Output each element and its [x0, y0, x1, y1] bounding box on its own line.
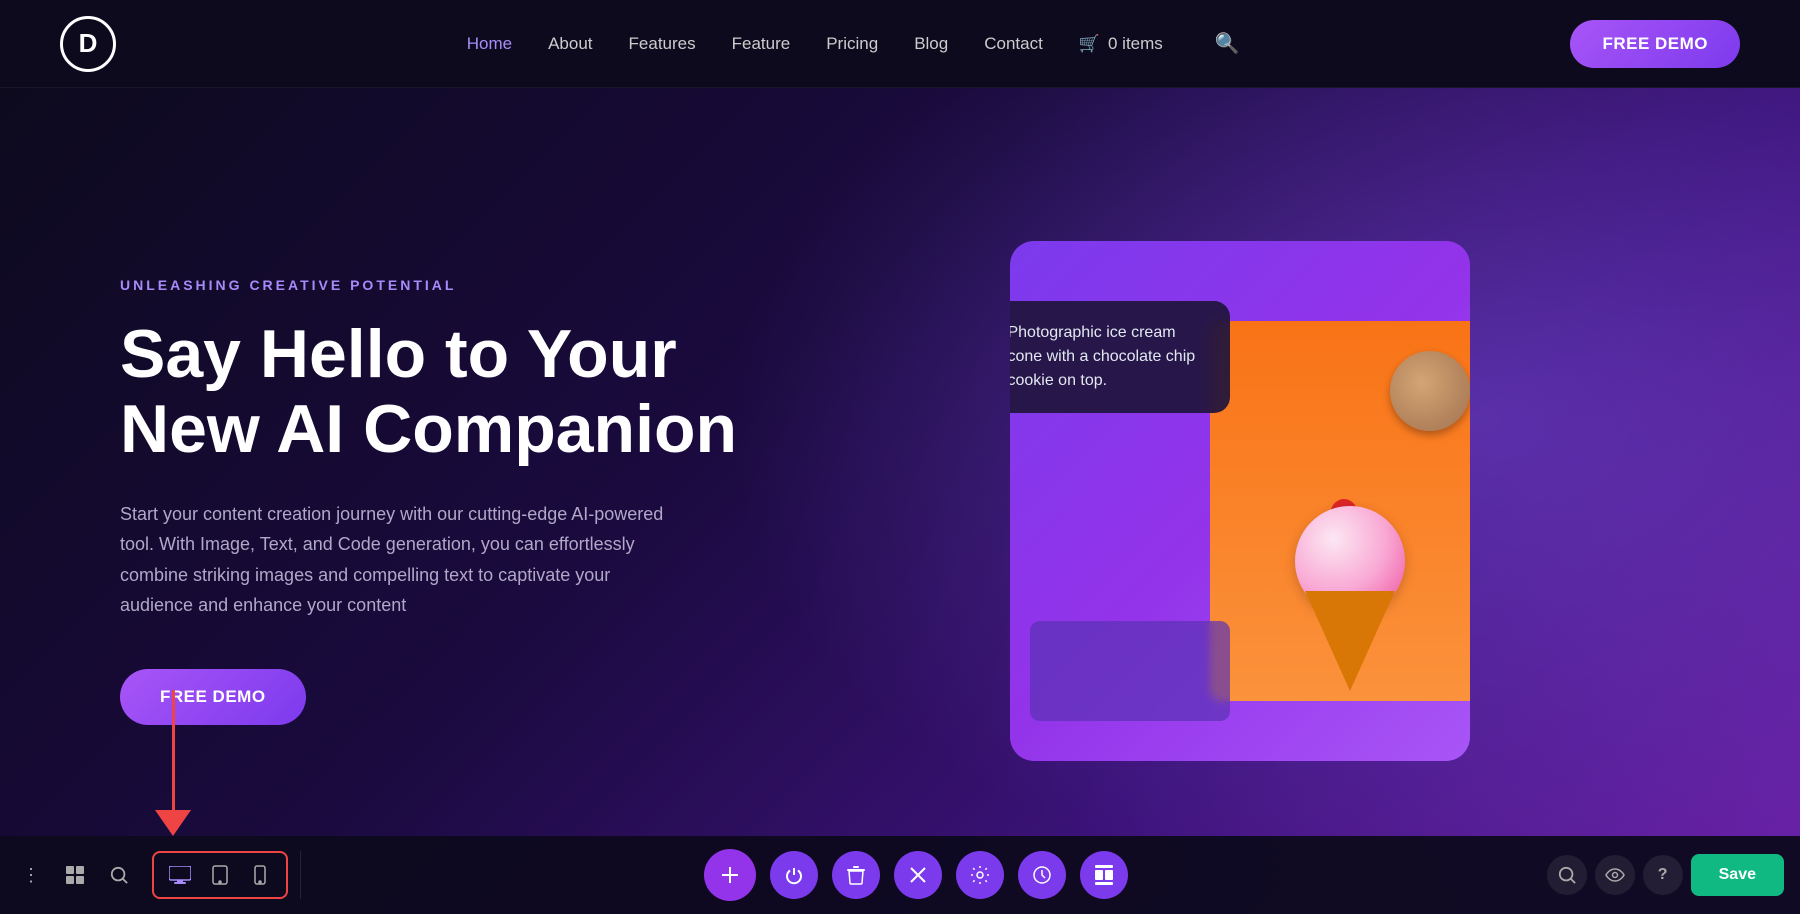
tablet-preview-button[interactable]: [202, 857, 238, 893]
help-button[interactable]: ?: [1643, 855, 1683, 895]
close-button[interactable]: [894, 851, 942, 899]
hero-content: UNLEASHING CREATIVE POTENTIAL Say Hello …: [120, 277, 800, 725]
desktop-preview-button[interactable]: [162, 857, 198, 893]
device-preview-group: [152, 851, 288, 899]
gear-icon: [970, 865, 990, 885]
save-button[interactable]: Save: [1691, 854, 1784, 896]
arrow-line: [172, 690, 175, 810]
ai-tooltip: ✦ Photographic ice cream cone with a cho…: [1010, 301, 1230, 413]
desktop-icon: [169, 866, 191, 884]
toolbar-center: [301, 849, 1531, 901]
hero-eyebrow: UNLEASHING CREATIVE POTENTIAL: [120, 277, 800, 293]
mobile-preview-button[interactable]: [242, 857, 278, 893]
logo-circle: D: [60, 16, 116, 72]
grid-view-button[interactable]: [56, 856, 94, 894]
eye-icon: [1605, 868, 1625, 882]
trash-icon: [847, 865, 865, 885]
grid-icon: [65, 865, 85, 885]
help-icon: ?: [1658, 866, 1668, 884]
delete-button[interactable]: [832, 851, 880, 899]
nav-right: FREE DEMO: [1570, 20, 1740, 68]
cart-icon: 🛒: [1079, 34, 1100, 54]
search-right-button[interactable]: [1547, 855, 1587, 895]
more-options-button[interactable]: ⋮: [12, 856, 50, 894]
hero-cta-button[interactable]: FREE DEMO: [120, 669, 306, 725]
clock-icon: [1032, 865, 1052, 885]
nav-links: Home About Features Feature Pricing Blog…: [176, 31, 1530, 56]
arrow-head: [155, 810, 191, 836]
search-toolbar-icon: [110, 866, 128, 884]
layout-icon: [1095, 865, 1113, 885]
logo[interactable]: D: [60, 16, 116, 72]
mobile-icon: [254, 865, 266, 885]
nav-about[interactable]: About: [548, 34, 592, 54]
navbar: D Home About Features Feature Pricing Bl…: [0, 0, 1800, 88]
nav-feature[interactable]: Feature: [732, 34, 791, 54]
free-demo-button[interactable]: FREE DEMO: [1570, 20, 1740, 68]
close-icon: [910, 867, 926, 883]
arrow-indicator: [155, 690, 191, 836]
search-toolbar-button[interactable]: [100, 856, 138, 894]
nav-contact[interactable]: Contact: [984, 34, 1043, 54]
tablet-icon: [212, 865, 228, 885]
settings-button[interactable]: [956, 851, 1004, 899]
hero-card: ✦ Photographic ice cream cone with a cho…: [1010, 241, 1470, 761]
cart-link[interactable]: 🛒 0 items: [1079, 34, 1163, 54]
nav-home[interactable]: Home: [467, 34, 512, 54]
hero-section: UNLEASHING CREATIVE POTENTIAL Say Hello …: [0, 88, 1800, 914]
search-icon[interactable]: 🔍: [1215, 31, 1240, 56]
cone-shape: [1305, 591, 1395, 691]
preview-button[interactable]: [1595, 855, 1635, 895]
hero-title: Say Hello to Your New AI Companion: [120, 317, 800, 467]
ice-cream-card: [1210, 321, 1470, 701]
power-icon: [784, 865, 804, 885]
bottom-toolbar: ⋮: [0, 836, 1800, 914]
power-button[interactable]: [770, 851, 818, 899]
ai-tooltip-text: Photographic ice cream cone with a choco…: [1010, 321, 1210, 393]
arrow-down: [155, 690, 191, 836]
plus-icon: [720, 865, 740, 885]
card-text-block: [1030, 621, 1230, 721]
cart-count: 0 items: [1108, 34, 1163, 54]
history-button[interactable]: [1018, 851, 1066, 899]
nav-blog[interactable]: Blog: [914, 34, 948, 54]
layout-button[interactable]: [1080, 851, 1128, 899]
hero-description: Start your content creation journey with…: [120, 499, 680, 621]
nav-features[interactable]: Features: [629, 34, 696, 54]
toolbar-right: ? Save: [1531, 854, 1800, 896]
add-button[interactable]: [704, 849, 756, 901]
hero-illustration: ✦ Photographic ice cream cone with a cho…: [800, 241, 1680, 761]
nav-pricing[interactable]: Pricing: [826, 34, 878, 54]
cookie-shape: [1390, 351, 1470, 431]
toolbar-left: ⋮: [0, 851, 301, 899]
search-right-icon: [1558, 866, 1576, 884]
ice-cream-visual: [1210, 321, 1470, 701]
